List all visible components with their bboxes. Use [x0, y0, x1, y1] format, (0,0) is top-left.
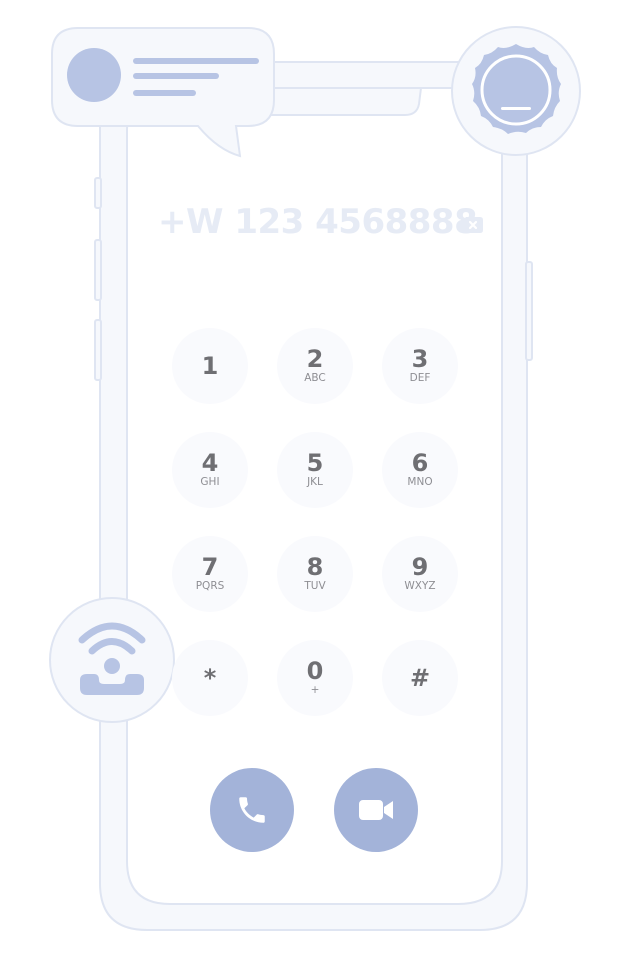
key-4[interactable]: 4 GHI	[172, 432, 248, 508]
key-letters: ABC	[304, 372, 326, 384]
key-letters: GHI	[200, 476, 220, 488]
key-digit: 2	[306, 345, 324, 373]
phone-icon	[239, 797, 265, 823]
key-digit: 9	[411, 553, 429, 581]
voice-call-button[interactable]	[210, 768, 294, 852]
backspace-icon[interactable]	[458, 216, 484, 234]
chat-bubble-icon	[51, 27, 275, 158]
key-digit: 4	[201, 449, 219, 477]
key-letters: WXYZ	[404, 580, 436, 592]
key-letters: TUV	[304, 580, 326, 592]
key-digit: 7	[201, 553, 219, 581]
key-digit: #	[409, 664, 431, 692]
key-8[interactable]: 8 TUV	[277, 536, 353, 612]
video-call-button[interactable]	[334, 768, 418, 852]
message-line-3	[133, 90, 196, 96]
key-star[interactable]: *	[172, 640, 248, 716]
key-0[interactable]: 0 +	[277, 640, 353, 716]
key-digit: 3	[411, 345, 429, 373]
key-digit: 8	[306, 553, 324, 581]
key-hash[interactable]: #	[382, 640, 458, 716]
key-2[interactable]: 2 ABC	[277, 328, 353, 404]
key-3[interactable]: 3 DEF	[382, 328, 458, 404]
key-letters: DEF	[409, 372, 431, 384]
key-digit: 6	[411, 449, 429, 477]
key-7[interactable]: 7 PQRS	[172, 536, 248, 612]
side-button-right	[525, 261, 533, 361]
video-camera-icon	[359, 800, 393, 820]
avatar	[67, 48, 121, 102]
message-line-2	[133, 73, 219, 79]
message-line-1	[133, 58, 259, 64]
side-button-left-3	[94, 319, 102, 381]
key-letters: JKL	[307, 476, 323, 488]
key-letters: PQRS	[195, 580, 225, 592]
key-5[interactable]: 5 JKL	[277, 432, 353, 508]
dialed-number: +W 123 4568888	[158, 202, 478, 242]
free-badge-icon	[451, 26, 581, 156]
key-letters: +	[310, 684, 320, 696]
key-digit: *	[203, 664, 217, 692]
key-9[interactable]: 9 WXYZ	[382, 536, 458, 612]
side-button-left-2	[94, 239, 102, 301]
wifi-calling-icon	[49, 597, 175, 723]
key-1[interactable]: 1	[172, 328, 248, 404]
key-digit: 0	[306, 657, 324, 685]
key-digit: 5	[306, 449, 324, 477]
key-digit: 1	[201, 352, 219, 380]
phone-notch	[248, 87, 423, 116]
key-letters: MNO	[407, 476, 433, 488]
key-6[interactable]: 6 MNO	[382, 432, 458, 508]
side-button-left-1	[94, 177, 102, 209]
